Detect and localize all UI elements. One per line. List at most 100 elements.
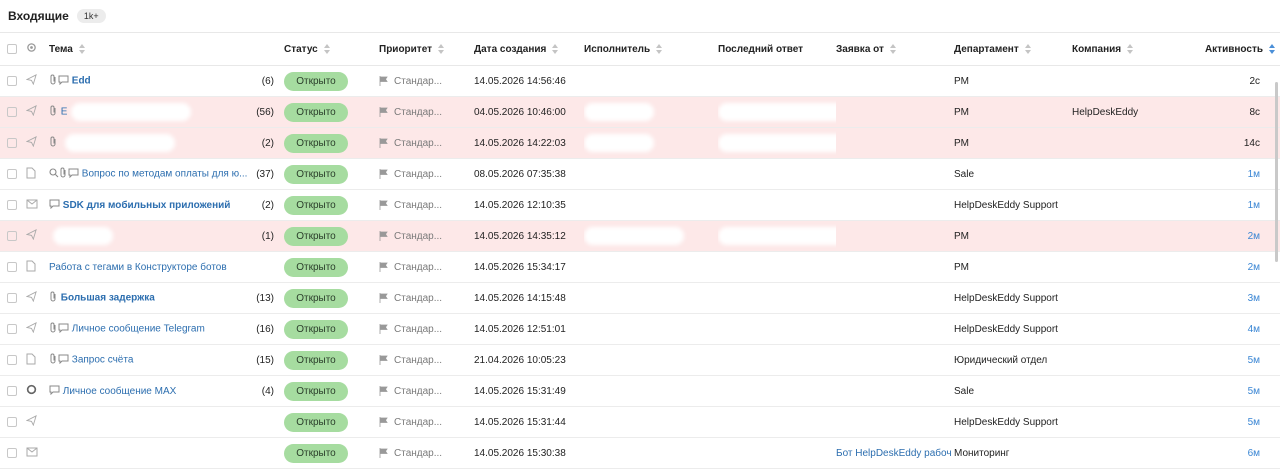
status-badge[interactable]: Открыто [284, 288, 348, 308]
message-count: (4) [261, 385, 274, 397]
subject-link[interactable]: SDK для мобильных приложений [63, 200, 231, 211]
scrollbar[interactable] [1275, 82, 1278, 262]
flag-icon [379, 416, 388, 427]
status-badge[interactable]: Открыто [284, 381, 348, 401]
subject-link[interactable]: Е [61, 107, 68, 118]
priority-label: Стандар... [394, 199, 443, 211]
subject-link[interactable]: Edd [72, 76, 91, 87]
flag-icon [379, 385, 388, 396]
status-badge[interactable]: Открыто [284, 133, 348, 153]
row-checkbox[interactable] [7, 168, 17, 179]
col-last-reply[interactable]: Последний ответ [718, 33, 836, 66]
subject-link[interactable]: Большая задержка [61, 293, 155, 304]
status-badge[interactable]: Открыто [284, 319, 348, 339]
ticket-row[interactable]: Работа с тегами в Конструкторе ботов Откр… [0, 251, 1280, 283]
activity-time: 3м [1247, 292, 1260, 304]
requester-link[interactable]: Бот HelpDeskEddy рабоч [836, 448, 952, 459]
subject-link[interactable]: Запрос счёта [72, 355, 134, 366]
subject-link[interactable]: Работа с тегами в Конструкторе ботов [49, 262, 227, 273]
document-icon [26, 167, 36, 182]
col-priority[interactable]: Приоритет [379, 33, 474, 66]
sort-icon [1127, 43, 1134, 54]
status-badge[interactable]: Открыто [284, 102, 348, 122]
col-company[interactable]: Компания [1072, 33, 1172, 66]
ticket-row[interactable]: (2) Открыто Стандар... 14.05.2026 14:22:03 P… [0, 127, 1280, 159]
subject-cell[interactable]: Запрос счёта [49, 353, 133, 367]
status-badge[interactable]: Открыто [284, 412, 348, 432]
flag-icon [379, 447, 388, 458]
send-icon [26, 229, 37, 243]
row-checkbox[interactable] [7, 292, 17, 303]
subject-cell[interactable] [49, 134, 175, 152]
message-count: (15) [256, 354, 274, 366]
subject-cell[interactable]: Е [49, 103, 192, 121]
row-checkbox[interactable] [7, 354, 17, 365]
ticket-row[interactable]: Личное сообщение MAX (4) Открыто Стандар...… [0, 375, 1280, 407]
subject-cell[interactable]: Большая задержка [49, 291, 155, 305]
select-all-checkbox[interactable] [7, 43, 17, 54]
subject-link[interactable]: Вопрос по методам оплаты для ю... [82, 169, 248, 180]
subject-cell[interactable]: Edd [49, 74, 91, 88]
status-badge[interactable]: Открыто [284, 195, 348, 215]
ticket-row[interactable]: Открыто Стандар... 14.05.2026 15:30:38 Бот … [0, 437, 1280, 469]
col-department[interactable]: Департамент [954, 33, 1072, 66]
status-badge[interactable]: Открыто [284, 350, 348, 370]
redacted-block [584, 103, 654, 121]
col-subject[interactable]: Тема [44, 33, 284, 66]
redacted-block [718, 103, 836, 121]
subject-cell[interactable] [49, 227, 113, 245]
status-badge[interactable]: Открыто [284, 226, 348, 246]
subject-cell[interactable]: Вопрос по методам оплаты для ю... [49, 167, 247, 181]
row-checkbox[interactable] [7, 106, 17, 117]
subject-cell[interactable]: Личное сообщение MAX [49, 385, 176, 398]
ticket-row[interactable]: Вопрос по методам оплаты для ю... (37) Отк… [0, 158, 1280, 190]
subject-link[interactable]: Личное сообщение Telegram [72, 324, 205, 335]
sort-icon [438, 43, 445, 54]
ticket-row[interactable]: Личное сообщение Telegram (16) Открыто Стан… [0, 313, 1280, 345]
created-date: 14.05.2026 14:22:03 [474, 137, 566, 149]
subject-cell[interactable]: Работа с тегами в Конструкторе ботов [49, 262, 227, 273]
department-label: Sale [954, 168, 975, 180]
sort-icon [552, 43, 559, 54]
row-checkbox[interactable] [7, 261, 17, 272]
col-created[interactable]: Дата создания [474, 33, 584, 66]
ticket-row[interactable]: Большая задержка (13) Открыто Стандар... 14.… [0, 282, 1280, 314]
message-count: (2) [261, 199, 274, 211]
ticket-row[interactable]: Е (56) Открыто Стандар... 04.05.2026 10:46:0… [0, 96, 1280, 128]
row-checkbox[interactable] [7, 75, 17, 86]
row-checkbox[interactable] [7, 230, 17, 241]
col-assignee[interactable]: Исполнитель [584, 33, 718, 66]
priority-label: Стандар... [394, 75, 443, 87]
status-badge[interactable]: Открыто [284, 443, 348, 463]
ticket-row[interactable]: Открыто Стандар... 14.05.2026 15:31:44 Help… [0, 406, 1280, 438]
redacted-block [584, 227, 684, 245]
priority-label: Стандар... [394, 261, 443, 273]
activity-time: 1м [1247, 168, 1260, 180]
status-badge[interactable]: Открыто [284, 257, 348, 277]
inbox-header: Входящие 1k+ [0, 0, 1280, 33]
department-label: Мониторинг [954, 447, 1010, 459]
subject-cell[interactable]: SDK для мобильных приложений [49, 199, 230, 212]
subject-cell[interactable]: Личное сообщение Telegram [49, 322, 205, 336]
gear-icon[interactable] [26, 42, 37, 56]
subject-link[interactable]: Личное сообщение MAX [63, 386, 177, 397]
col-status[interactable]: Статус [284, 33, 379, 66]
col-requester[interactable]: Заявка от [836, 33, 954, 66]
ticket-row[interactable]: SDK для мобильных приложений (2) Открыто Ст… [0, 189, 1280, 221]
activity-time: 6м [1247, 447, 1260, 459]
status-badge[interactable]: Открыто [284, 164, 348, 184]
send-icon [26, 291, 37, 305]
redacted-block [718, 227, 836, 245]
row-checkbox[interactable] [7, 447, 17, 458]
row-checkbox[interactable] [7, 199, 17, 210]
row-checkbox[interactable] [7, 323, 17, 334]
ticket-row[interactable]: Edd (6) Открыто Стандар... 14.05.2026 14:56:… [0, 65, 1280, 97]
col-activity[interactable]: Активность [1172, 33, 1280, 66]
row-checkbox[interactable] [7, 385, 17, 396]
row-checkbox[interactable] [7, 416, 17, 427]
ticket-row[interactable]: (1) Открыто Стандар... 14.05.2026 14:35:12 P… [0, 220, 1280, 252]
row-checkbox[interactable] [7, 137, 17, 148]
status-badge[interactable]: Открыто [284, 71, 348, 91]
ticket-row[interactable]: Запрос счёта (15) Открыто Стандар... 21.04.2… [0, 344, 1280, 376]
send-icon [26, 136, 37, 150]
